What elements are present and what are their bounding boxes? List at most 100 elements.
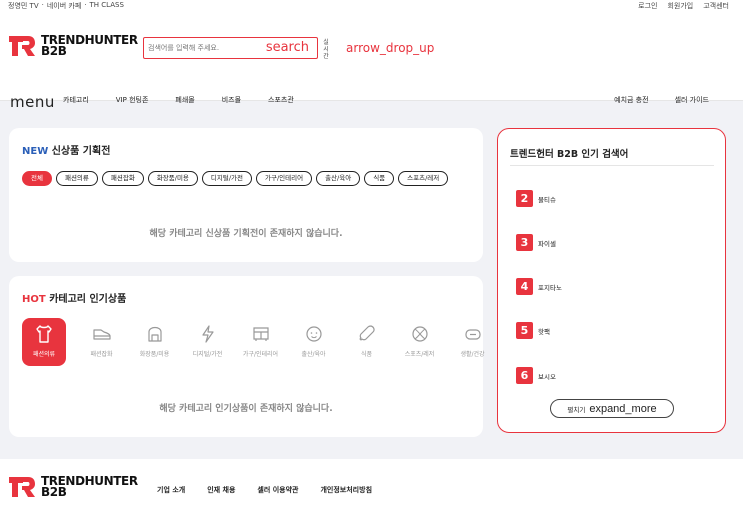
food-icon	[356, 323, 378, 345]
new-title-highlight: NEW	[22, 146, 49, 157]
hot-section-title: HOT 카테고리 인기상품	[22, 290, 126, 305]
footer-link-careers[interactable]: 인재 채용	[207, 485, 235, 495]
cat-label: 디지털/가전	[192, 351, 223, 358]
logo-mark-icon	[9, 477, 35, 497]
nav-item-vip[interactable]: VIP 헌팅존	[116, 95, 149, 105]
chip-sports[interactable]: 스포츠/레저	[398, 171, 449, 186]
search-input[interactable]	[148, 41, 258, 55]
nav-item-seller-guide[interactable]: 셀러 가이드	[675, 95, 709, 105]
cat-baby[interactable]: 출산/육아	[287, 318, 340, 366]
footer-link-about[interactable]: 기업 소개	[157, 485, 185, 495]
site-logo[interactable]: TRENDHUNTER B2B	[8, 34, 138, 58]
rank-number: 5	[516, 322, 533, 339]
rank-keyword: 포지타노	[538, 283, 562, 292]
separator-dot: ·	[84, 1, 87, 9]
rank-keyword: 핫팩	[538, 327, 550, 336]
keyword-item[interactable]: 6 보시오	[516, 367, 556, 384]
chip-digital[interactable]: 디지털/가전	[201, 171, 252, 186]
cat-label: 출산/육아	[301, 351, 326, 358]
baby-icon	[303, 323, 325, 345]
hot-title-text: 카테고리 인기상품	[49, 294, 127, 305]
signup-link[interactable]: 회원가입	[667, 1, 693, 11]
search-box: search	[143, 37, 318, 59]
site-header: TRENDHUNTER B2B search 실시간 arrow_drop_up…	[0, 12, 743, 111]
rank-keyword: 파이셀	[538, 239, 556, 248]
footer-link-seller-terms[interactable]: 셀러 이용약관	[257, 485, 298, 495]
popular-keywords-card: 트렌드헌터 B2B 인기 검색어 2 물티슈 3 파이셀 4 포지타노 5 핫팩…	[497, 128, 726, 433]
rank-number: 2	[516, 190, 533, 207]
rank-keyword: 보시오	[538, 372, 556, 381]
expand-more-icon: expand_more	[589, 402, 657, 415]
cat-health[interactable]: 생활/건강	[446, 318, 499, 366]
naver-cafe-link[interactable]: 네이버 카페	[47, 1, 81, 11]
chip-cosmetics[interactable]: 화장품/미용	[147, 171, 198, 186]
nav-item-deposit[interactable]: 예치금 충전	[614, 95, 648, 105]
shirt-icon	[33, 323, 55, 345]
cat-label: 패션잡화	[90, 351, 113, 358]
chip-food[interactable]: 식품	[364, 171, 395, 186]
cat-food[interactable]: 식품	[340, 318, 393, 366]
keyword-item[interactable]: 3 파이셀	[516, 234, 556, 251]
cat-label: 스포츠/레저	[404, 351, 435, 358]
search-button[interactable]: search	[266, 40, 309, 55]
chip-furniture[interactable]: 가구/인테리어	[256, 171, 313, 186]
hot-empty-message: 해당 카테고리 인기상품이 존재하지 않습니다.	[159, 404, 333, 414]
chip-all[interactable]: 전체	[22, 171, 52, 186]
separator-dot: ·	[41, 1, 44, 9]
cosmetics-icon	[144, 323, 166, 345]
th-class-link[interactable]: TH CLASS	[90, 1, 124, 11]
live-rank-label: 실시간	[323, 39, 329, 60]
cat-digital[interactable]: 디지털/가전	[181, 318, 234, 366]
hot-products-card: HOT 카테고리 인기상품 패션의류 패션잡화 화장품/미용 디지털/가전 가구…	[9, 276, 485, 437]
keyword-item[interactable]: 5 핫팩	[516, 322, 550, 339]
footer-link-privacy[interactable]: 개인정보처리방침	[320, 485, 372, 495]
expand-keywords-button[interactable]: 펼치기 expand_more	[550, 399, 674, 418]
cat-fashion-goods[interactable]: 패션잡화	[75, 318, 128, 366]
cat-label: 생활/건강	[460, 351, 485, 358]
rank-number: 4	[516, 278, 533, 295]
keyword-item[interactable]: 4 포지타노	[516, 278, 562, 295]
customer-center-link[interactable]: 고객센터	[703, 1, 729, 11]
site-footer: TRENDHUNTER B2B 기업 소개 인재 채용 셀러 이용약관 개인정보…	[0, 459, 743, 518]
cat-fashion-clothing[interactable]: 패션의류	[22, 318, 66, 366]
new-section-title: NEW 신상품 기획전	[22, 142, 110, 157]
top-utility-bar: 정영민 TV · 네이버 카페 · TH CLASS 로그인 회원가입 고객센터	[0, 0, 743, 12]
hot-title-highlight: HOT	[22, 294, 46, 305]
nav-item-closed-mall[interactable]: 폐쇄몰	[175, 95, 194, 105]
cat-label: 화장품/미용	[139, 351, 170, 358]
cat-cosmetics[interactable]: 화장품/미용	[128, 318, 181, 366]
chip-baby[interactable]: 출산/육아	[316, 171, 361, 186]
nav-item-biz-mall[interactable]: 비즈몰	[222, 95, 241, 105]
login-link[interactable]: 로그인	[638, 1, 657, 11]
logo-line2: B2B	[41, 44, 67, 58]
nav-item-category[interactable]: 카테고리	[63, 95, 89, 105]
logo-mark-icon	[9, 36, 35, 56]
expand-label: 펼치기	[567, 406, 586, 414]
new-empty-message: 해당 카테고리 신상품 기획전이 존재하지 않습니다.	[149, 229, 343, 239]
cat-label: 식품	[360, 351, 373, 358]
chip-fashion-goods[interactable]: 패션잡화	[101, 171, 144, 186]
furniture-icon	[250, 323, 272, 345]
lightning-icon	[197, 323, 219, 345]
keyword-item[interactable]: 2 물티슈	[516, 190, 556, 207]
divider	[510, 165, 714, 166]
logo-line2: B2B	[41, 485, 67, 499]
ball-icon	[409, 323, 431, 345]
new-products-card: NEW 신상품 기획전 전체 패션의류 패션잡화 화장품/미용 디지털/가전 가…	[9, 128, 483, 262]
health-icon	[462, 323, 484, 345]
menu-icon[interactable]: menu	[10, 93, 55, 111]
new-title-text: 신상품 기획전	[51, 146, 111, 157]
main-nav: menu 카테고리 VIP 헌팅존 폐쇄몰 비즈몰 스포츠관 예치금 충전 셀러…	[0, 88, 743, 112]
cat-sports[interactable]: 스포츠/레저	[393, 318, 446, 366]
chip-fashion-clothing[interactable]: 패션의류	[55, 171, 98, 186]
nav-item-sports[interactable]: 스포츠관	[268, 95, 294, 105]
youtube-link[interactable]: 정영민 TV	[8, 1, 39, 11]
footer-logo[interactable]: TRENDHUNTER B2B	[8, 475, 138, 499]
shoe-icon	[91, 323, 113, 345]
arrow-drop-up-icon[interactable]: arrow_drop_up	[346, 41, 434, 55]
cat-label: 패션의류	[32, 351, 56, 358]
category-chips: 전체 패션의류 패션잡화 화장품/미용 디지털/가전 가구/인테리어 출산/육아…	[22, 171, 480, 186]
rank-number: 6	[516, 367, 533, 384]
cat-furniture[interactable]: 가구/인테리어	[234, 318, 287, 366]
category-icons: 패션의류 패션잡화 화장품/미용 디지털/가전 가구/인테리어 출산/육아 식품…	[22, 318, 499, 366]
